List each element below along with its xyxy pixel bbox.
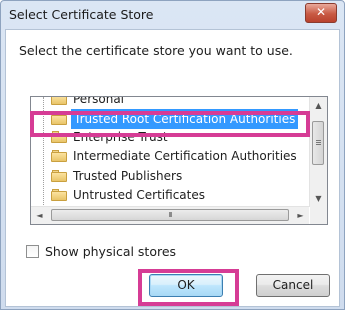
tree-item-trusted-root[interactable]: Trusted Root Certification Authorities <box>51 109 309 129</box>
tree-item-label: Trusted Root Certification Authorities <box>71 109 299 129</box>
ok-button[interactable]: OK <box>149 274 223 297</box>
certificate-store-tree[interactable]: Personal Trusted Root Certification Auth… <box>30 96 328 225</box>
title-bar[interactable]: Select Certificate Store ✕ <box>1 1 344 29</box>
scroll-left-arrow-icon[interactable]: ◄ <box>31 207 48 224</box>
close-icon: ✕ <box>315 5 327 19</box>
scrollbar-corner <box>310 207 327 224</box>
close-button[interactable]: ✕ <box>305 3 337 23</box>
vertical-scroll-thumb[interactable] <box>312 121 324 165</box>
folder-icon <box>51 97 67 105</box>
cancel-button[interactable]: Cancel <box>256 274 330 297</box>
folder-icon <box>51 189 67 201</box>
instruction-text: Select the certificate store you want to… <box>19 43 293 58</box>
scroll-up-arrow-icon[interactable]: ▲ <box>310 97 327 114</box>
vertical-scrollbar[interactable]: ▲ ▼ <box>309 97 327 207</box>
folder-icon <box>51 150 67 162</box>
horizontal-scroll-thumb[interactable]: III <box>51 209 289 221</box>
tree-item-intermediate-ca[interactable]: Intermediate Certification Authorities <box>51 146 309 166</box>
tree-item-trusted-publishers[interactable]: Trusted Publishers <box>51 166 309 186</box>
folder-icon <box>51 170 67 182</box>
folder-icon <box>51 131 67 143</box>
scroll-down-arrow-icon[interactable]: ▼ <box>310 190 327 207</box>
tree-item-label: Intermediate Certification Authorities <box>73 149 297 163</box>
tree-item-label: Trusted Publishers <box>73 169 183 183</box>
window-title: Select Certificate Store <box>9 7 154 22</box>
tree-item-untrusted-certificates[interactable]: Untrusted Certificates <box>51 185 309 205</box>
dialog-body: Select the certificate store you want to… <box>5 29 340 307</box>
tree-item-label: Enterprise Trust <box>73 130 168 144</box>
show-physical-stores-checkbox[interactable] <box>26 245 39 258</box>
tree-item-label: Untrusted Certificates <box>73 188 205 202</box>
tree-view-content: Personal Trusted Root Certification Auth… <box>31 97 309 207</box>
tree-item-label: Personal <box>73 97 125 106</box>
dialog-window: Select Certificate Store ✕ Select the ce… <box>0 0 345 310</box>
tree-item-personal[interactable]: Personal <box>51 97 309 109</box>
tree-connector-lines <box>43 97 45 207</box>
horizontal-scrollbar[interactable]: ◄ III ► <box>31 206 309 224</box>
show-physical-stores-label[interactable]: Show physical stores <box>45 244 176 259</box>
folder-icon <box>51 113 67 125</box>
scroll-right-arrow-icon[interactable]: ► <box>292 207 309 224</box>
tree-item-enterprise-trust[interactable]: Enterprise Trust <box>51 127 309 147</box>
